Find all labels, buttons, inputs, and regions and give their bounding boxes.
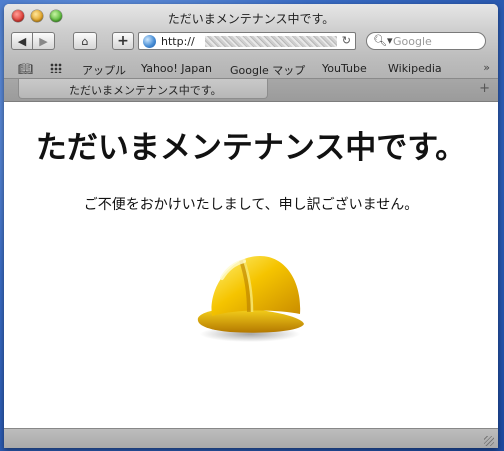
bookmark-youtube[interactable]: YouTube [322,62,367,75]
top-sites-grid-icon[interactable] [50,63,62,73]
browser-window: ただいまメンテナンス中です。 ◀ ▶ ⌂ + http:// ↻ 🔍︎▾ Goo… [4,4,498,448]
page-content: ただいまメンテナンス中です。 ご不便をおかけいたしまして、申し訳ございません。 [4,102,498,428]
home-button[interactable]: ⌂ [73,32,97,50]
bookmark-apple[interactable]: アップル [82,62,126,78]
search-field[interactable]: 🔍︎▾ Google [366,32,486,50]
url-text: http:// [161,35,195,48]
resize-grip-icon[interactable] [484,436,494,446]
page-headline: ただいまメンテナンス中です。 [35,130,467,166]
back-button[interactable]: ◀ [11,32,33,50]
add-bookmark-button[interactable]: + [112,32,134,50]
bookmark-yahoo-japan[interactable]: Yahoo! Japan [141,62,212,75]
search-placeholder: Google [393,35,432,48]
new-tab-icon[interactable]: + [479,81,490,96]
bookmarks-book-icon[interactable]: 📖︎ [18,62,33,76]
plus-icon: + [117,33,129,49]
bookmark-google-maps[interactable]: Google マップ [230,62,305,78]
back-arrow-icon: ◀ [17,34,27,48]
hard-hat-icon [197,256,304,342]
forward-arrow-icon: ▶ [39,34,48,48]
window-title: ただいまメンテナンス中です。 [167,12,335,26]
bookmarks-bar: 📖︎ アップル Yahoo! Japan Google マップ YouTube … [4,58,498,79]
page-message: ご不便をおかけいたしまして、申し訳ございません。 [83,197,419,213]
bookmark-wikipedia[interactable]: Wikipedia [388,62,442,75]
tab-current[interactable]: ただいまメンテナンス中です。 [18,79,268,99]
home-icon: ⌂ [81,34,89,48]
forward-button[interactable]: ▶ [33,32,55,50]
toolbar: ◀ ▶ ⌂ + http:// ↻ 🔍︎▾ Google [4,30,498,58]
address-bar[interactable]: http:// ↻ [138,32,356,50]
tab-bar: ただいまメンテナンス中です。 + [4,79,498,102]
url-redacted [205,36,337,47]
more-bookmarks-icon[interactable]: » [483,61,490,74]
status-bar [4,428,498,448]
reload-icon[interactable]: ↻ [342,34,351,47]
tab-label: ただいまメンテナンス中です。 [69,84,222,97]
globe-icon [143,35,156,48]
search-icon[interactable]: 🔍︎▾ [373,34,393,47]
title-bar[interactable]: ただいまメンテナンス中です。 [4,4,498,30]
